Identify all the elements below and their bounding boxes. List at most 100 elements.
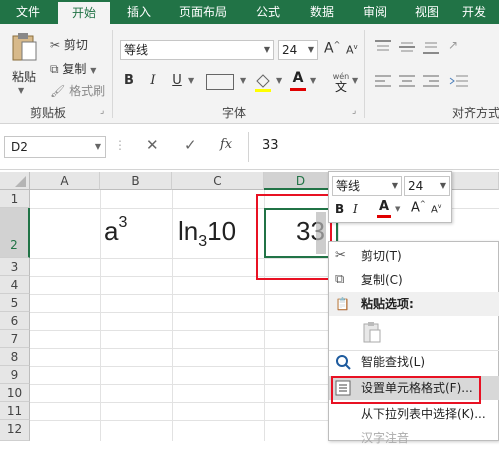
phonetic-dropdown-icon[interactable]: ▼	[352, 76, 358, 85]
font-size-value: 24	[282, 43, 298, 57]
menu-item-copy[interactable]: ⧉ 复制(C)	[329, 268, 499, 292]
mini-font-color-button[interactable]: A	[377, 199, 391, 219]
copy-icon: ⧉	[50, 62, 59, 76]
indent-icon[interactable]	[448, 72, 470, 90]
format-painter-button[interactable]: 🖌 格式刷	[50, 82, 105, 99]
formula-input[interactable]: 33	[262, 138, 279, 153]
middle-align-icon[interactable]	[396, 38, 418, 56]
smart-lookup-icon	[335, 354, 351, 370]
paste-dropdown-icon[interactable]: ▼	[18, 86, 24, 95]
font-name-combo[interactable]: 等线 ▼	[120, 40, 274, 60]
cut-button[interactable]: ✂ 剪切	[50, 36, 88, 53]
mini-font-size-combo[interactable]: 24 ▼	[404, 176, 450, 196]
column-header-a[interactable]: A	[30, 172, 100, 190]
underline-dropdown-icon[interactable]: ▼	[188, 76, 194, 85]
chevron-down-icon: ▼	[439, 181, 446, 190]
tab-review[interactable]: 审阅	[352, 0, 398, 24]
copy-button[interactable]: ⧉ 复制 ▼	[50, 60, 96, 77]
row-header-10[interactable]: 10	[0, 384, 30, 402]
tab-page-layout[interactable]: 页面布局	[166, 0, 240, 24]
ribbon: 粘贴 ▼ ✂ 剪切 ⧉ 复制 ▼ 🖌 格式刷 剪贴板 ⌟ 等线 ▼ 24 ▼ A…	[0, 24, 499, 124]
column-header-c[interactable]: C	[172, 172, 264, 190]
menu-item-cut[interactable]: ✂ 剪切(T)	[329, 244, 499, 268]
mini-font-size-value: 24	[408, 179, 424, 193]
mini-shrink-font-button[interactable]: Av	[431, 203, 441, 215]
italic-button[interactable]: I	[144, 72, 162, 90]
tab-insert[interactable]: 插入	[114, 0, 164, 24]
copy-dropdown-icon[interactable]: ▼	[90, 66, 96, 75]
fill-dropdown-icon[interactable]: ▼	[276, 76, 282, 85]
group-separator	[364, 30, 365, 118]
top-align-icon[interactable]	[372, 38, 394, 56]
mini-grow-font-button[interactable]: A^	[411, 200, 426, 215]
menu-item-phonetic[interactable]: 汉字注音	[329, 426, 499, 450]
name-box[interactable]: D2 ▼	[4, 136, 106, 158]
menu-item-pick-list[interactable]: 从下拉列表中选择(K)...	[329, 402, 499, 426]
tab-developer[interactable]: 开发	[456, 0, 499, 24]
row-header-9[interactable]: 9	[0, 366, 30, 384]
insert-function-icon[interactable]: fx	[220, 137, 232, 152]
font-size-combo[interactable]: 24 ▼	[278, 40, 318, 60]
gridline	[172, 190, 173, 441]
font-color-button[interactable]: A	[290, 70, 306, 94]
cell-c2-tail: 10	[207, 216, 237, 246]
cell-c2-subscript: 3	[198, 233, 208, 251]
row-header-3[interactable]: 3	[0, 258, 30, 276]
align-center-icon[interactable]	[396, 72, 418, 90]
bottom-align-icon[interactable]	[420, 38, 442, 56]
font-launcher-icon[interactable]: ⌟	[352, 106, 356, 116]
cell-b2-base: a	[104, 216, 119, 246]
row-header-7[interactable]: 7	[0, 330, 30, 348]
borders-dropdown-icon[interactable]: ▼	[240, 76, 246, 85]
font-color-dropdown-icon[interactable]: ▼	[310, 76, 316, 85]
borders-icon[interactable]	[206, 74, 234, 90]
tab-formulas[interactable]: 公式	[244, 0, 292, 24]
menu-item-smart-lookup-label: 智能查找(L)	[361, 355, 426, 369]
phonetic-button[interactable]: wén 文	[330, 70, 352, 94]
mini-italic-button[interactable]: I	[353, 202, 358, 216]
paste-icon[interactable]	[8, 30, 40, 62]
row-header-2[interactable]: 2	[0, 208, 30, 258]
mini-font-name-combo[interactable]: 等线 ▼	[332, 176, 402, 196]
scissors-icon: ✂	[335, 248, 346, 263]
row-header-4[interactable]: 4	[0, 276, 30, 294]
underline-button[interactable]: U	[168, 72, 186, 90]
tab-view[interactable]: 视图	[402, 0, 452, 24]
column-header-d[interactable]: D	[264, 172, 338, 190]
row-header-12[interactable]: 12	[0, 420, 30, 441]
column-header-b[interactable]: B	[100, 172, 172, 190]
cancel-icon[interactable]: ✕	[146, 136, 159, 154]
format-painter-label: 格式刷	[69, 84, 106, 98]
grow-font-button[interactable]: A^	[324, 40, 340, 57]
tab-data[interactable]: 数据	[296, 0, 348, 24]
copy-label: 复制	[62, 62, 87, 76]
row-header-8[interactable]: 8	[0, 348, 30, 366]
clipboard-launcher-icon[interactable]: ⌟	[100, 106, 104, 116]
more-icon: ⋮	[114, 138, 126, 152]
mini-bold-button[interactable]: B	[335, 202, 344, 216]
tab-home[interactable]: 开始	[58, 2, 110, 24]
menu-item-phonetic-label: 汉字注音	[361, 431, 410, 445]
row-header-6[interactable]: 6	[0, 312, 30, 330]
bold-button[interactable]: B	[120, 72, 138, 90]
row-header-11[interactable]: 11	[0, 402, 30, 420]
select-all-corner[interactable]	[0, 172, 30, 190]
orientation-icon[interactable]: ↗	[448, 38, 470, 56]
align-left-icon[interactable]	[372, 72, 394, 90]
paste-button-label[interactable]: 粘贴	[12, 68, 36, 85]
cell-c2[interactable]: ln310	[178, 216, 236, 251]
align-right-icon[interactable]	[420, 72, 442, 90]
row-header-1[interactable]: 1	[0, 190, 30, 208]
mini-font-color-dropdown-icon[interactable]: ▼	[395, 205, 400, 213]
formula-separator	[248, 132, 249, 162]
menu-item-cut-label: 剪切(T)	[361, 249, 402, 263]
tab-file[interactable]: 文件	[0, 0, 56, 24]
row-header-5[interactable]: 5	[0, 294, 30, 312]
cell-b2[interactable]: a3	[104, 214, 127, 247]
menu-item-smart-lookup[interactable]: 智能查找(L)	[329, 350, 499, 374]
paste-option-icon[interactable]	[361, 320, 383, 344]
mini-font-name-value: 等线	[336, 179, 361, 193]
enter-icon[interactable]: ✓	[184, 136, 197, 154]
fill-color-icon[interactable]	[254, 72, 272, 92]
shrink-font-button[interactable]: Av	[346, 43, 358, 57]
